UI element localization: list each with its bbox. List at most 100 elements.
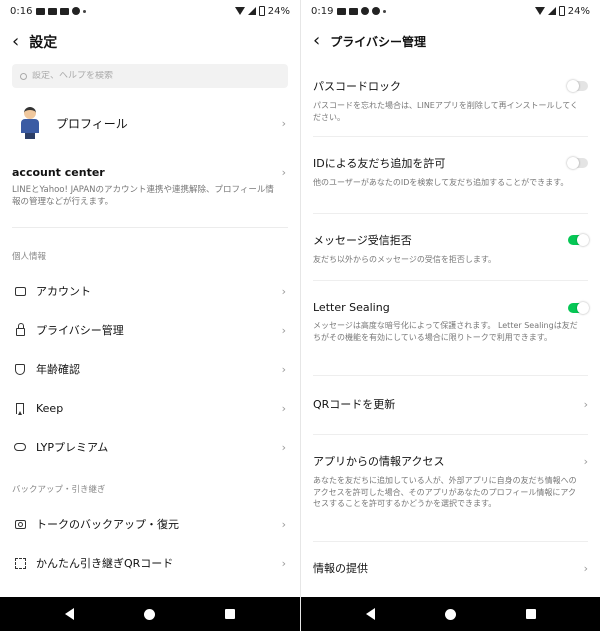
system-nav-bar: [301, 597, 600, 631]
setting-letter-sealing[interactable]: Letter Sealing メッセージは高度な暗号化によって保護されます。 L…: [301, 281, 600, 365]
menu-item-privacy[interactable]: プライバシー管理 ›: [0, 311, 300, 350]
account-center-row[interactable]: account center › LINEとYahoo! JAPANのアカウント…: [0, 146, 300, 209]
chevron-right-icon: ›: [281, 323, 286, 337]
lock-icon: [14, 322, 26, 336]
profile-label: プロフィール: [56, 116, 128, 131]
status-bar: 0:19 24%: [301, 0, 600, 22]
menu-item-label: かんたん引き継ぎQRコード: [36, 557, 174, 571]
chevron-right-icon: ›: [281, 166, 286, 179]
setting-app-info-access[interactable]: アプリからの情報アクセス › あなたを友だちに追加している人が、外部アプリに自身…: [301, 435, 600, 541]
id-card-icon: [14, 285, 26, 297]
chevron-right-icon: ›: [583, 397, 588, 411]
menu-item-qr-transfer[interactable]: かんたん引き継ぎQRコード ›: [0, 544, 300, 583]
notification-icon: [337, 7, 347, 15]
section-label-personal: 個人情報: [12, 251, 47, 262]
menu-item-label: プライバシー管理: [36, 324, 124, 338]
back-arrow-icon[interactable]: ‹: [12, 33, 19, 51]
info-icon: [372, 7, 381, 15]
search-input[interactable]: [32, 71, 262, 81]
setting-title: IDによる友だち追加を許可: [313, 157, 446, 170]
signal-icon: [247, 7, 256, 15]
menu-item-talk-backup[interactable]: トークのバックアップ・復元 ›: [0, 505, 300, 544]
bookmark-icon: [14, 402, 26, 415]
passcode-lock-toggle[interactable]: [567, 80, 588, 92]
back-arrow-icon[interactable]: ‹: [313, 32, 320, 50]
setting-info-provision[interactable]: 情報の提供 ›: [301, 542, 600, 576]
chevron-right-icon: ›: [281, 284, 286, 298]
printer-icon: [60, 7, 70, 15]
chevron-right-icon: ›: [281, 401, 286, 415]
setting-title: メッセージ受信拒否: [313, 234, 412, 247]
system-nav-bar: [0, 597, 300, 631]
chevron-right-icon: ›: [583, 454, 588, 468]
app-header: ‹ プライバシー管理: [301, 22, 600, 60]
profile-row[interactable]: プロフィール ›: [0, 100, 300, 146]
setting-id-friend-add[interactable]: IDによる友だち追加を許可 他のユーザーがあなたのIDを検索して友だち追加するこ…: [301, 137, 600, 203]
nav-back-icon[interactable]: [65, 608, 74, 620]
battery-icon: [558, 6, 565, 16]
setting-title: パスコードロック: [313, 80, 401, 93]
qr-code-icon: [14, 557, 26, 569]
setting-qr-update[interactable]: QRコードを更新 ›: [301, 376, 600, 434]
status-time: 0:16: [10, 5, 33, 17]
message-icon: [361, 7, 370, 15]
section-label-backup: バックアップ・引き継ぎ: [12, 484, 106, 495]
privacy-screen: 0:19 24% ‹ プライバシー管理 パスコードロック パスコードを忘れた場合…: [300, 0, 600, 631]
settings-screen: 0:16 24% ‹ 設定 プロフィール ›: [0, 0, 300, 631]
shield-icon: [14, 363, 26, 375]
message-icon: [72, 7, 81, 15]
nav-home-icon[interactable]: [144, 608, 155, 620]
status-bar: 0:16 24%: [0, 0, 300, 22]
search-bar[interactable]: [12, 64, 288, 88]
app-header: ‹ 設定: [0, 22, 300, 62]
setting-message-reject[interactable]: メッセージ受信拒否 友だち以外からのメッセージの受信を拒否します。: [301, 214, 600, 270]
more-dot-icon: [83, 9, 87, 13]
wifi-icon: [534, 7, 545, 15]
account-center-description: LINEとYahoo! JAPANのアカウント連携や連携解除、プロフィール情報の…: [12, 185, 274, 207]
menu-item-label: LYPプレミアム: [36, 441, 109, 455]
battery-icon: [258, 6, 265, 16]
setting-title: アプリからの情報アクセス: [313, 455, 445, 468]
menu-item-label: Keep: [36, 401, 64, 415]
menu-item-label: 年齢確認: [36, 363, 80, 377]
setting-description: あなたを友だちに追加している人が、外部アプリに自身の友だち情報へのアクセスを許可…: [313, 476, 577, 509]
chevron-right-icon: ›: [281, 556, 286, 570]
wifi-icon: [234, 7, 245, 15]
battery-percent: 24%: [267, 5, 290, 17]
battery-percent: 24%: [567, 5, 590, 17]
backup-icon: [14, 518, 26, 530]
setting-passcode-lock[interactable]: パスコードロック パスコードを忘れた場合は、LINEアプリを削除して再インストー…: [301, 60, 600, 126]
search-icon: [20, 72, 27, 80]
setting-title: Letter Sealing: [313, 301, 390, 314]
menu-item-account[interactable]: アカウント ›: [0, 272, 300, 311]
notification-icon: [48, 7, 58, 15]
setting-description: 友だち以外からのメッセージの受信を拒否します。: [313, 255, 497, 264]
menu-item-keep[interactable]: Keep ›: [0, 389, 300, 428]
menu-item-lyp-premium[interactable]: LYPプレミアム ›: [0, 428, 300, 467]
letter-sealing-toggle[interactable]: [568, 301, 589, 314]
nav-recents-icon[interactable]: [225, 609, 235, 619]
setting-title: QRコードを更新: [313, 398, 396, 411]
account-center-title: account center: [12, 166, 105, 179]
nav-recents-icon[interactable]: [526, 609, 536, 619]
chevron-right-icon: ›: [281, 116, 286, 130]
menu-item-label: アカウント: [36, 285, 91, 299]
setting-title: 情報の提供: [313, 562, 368, 575]
avatar: [18, 107, 42, 139]
printer-icon: [349, 7, 359, 15]
mail-icon: [36, 7, 46, 15]
chevron-right-icon: ›: [583, 561, 588, 575]
chevron-right-icon: ›: [281, 517, 286, 531]
id-friend-add-toggle[interactable]: [567, 157, 588, 169]
more-dot-icon: [383, 9, 387, 13]
message-reject-toggle[interactable]: [568, 234, 589, 246]
chevron-right-icon: ›: [281, 362, 286, 376]
setting-description: メッセージは高度な暗号化によって保護されます。 Letter Sealingは友…: [313, 321, 578, 342]
nav-back-icon[interactable]: [366, 608, 375, 620]
nav-home-icon[interactable]: [445, 608, 456, 620]
page-title: プライバシー管理: [330, 34, 426, 49]
lyp-icon: [14, 441, 26, 453]
menu-item-label: トークのバックアップ・復元: [36, 518, 179, 532]
status-time: 0:19: [311, 5, 334, 17]
menu-item-age-verification[interactable]: 年齢確認 ›: [0, 350, 300, 389]
